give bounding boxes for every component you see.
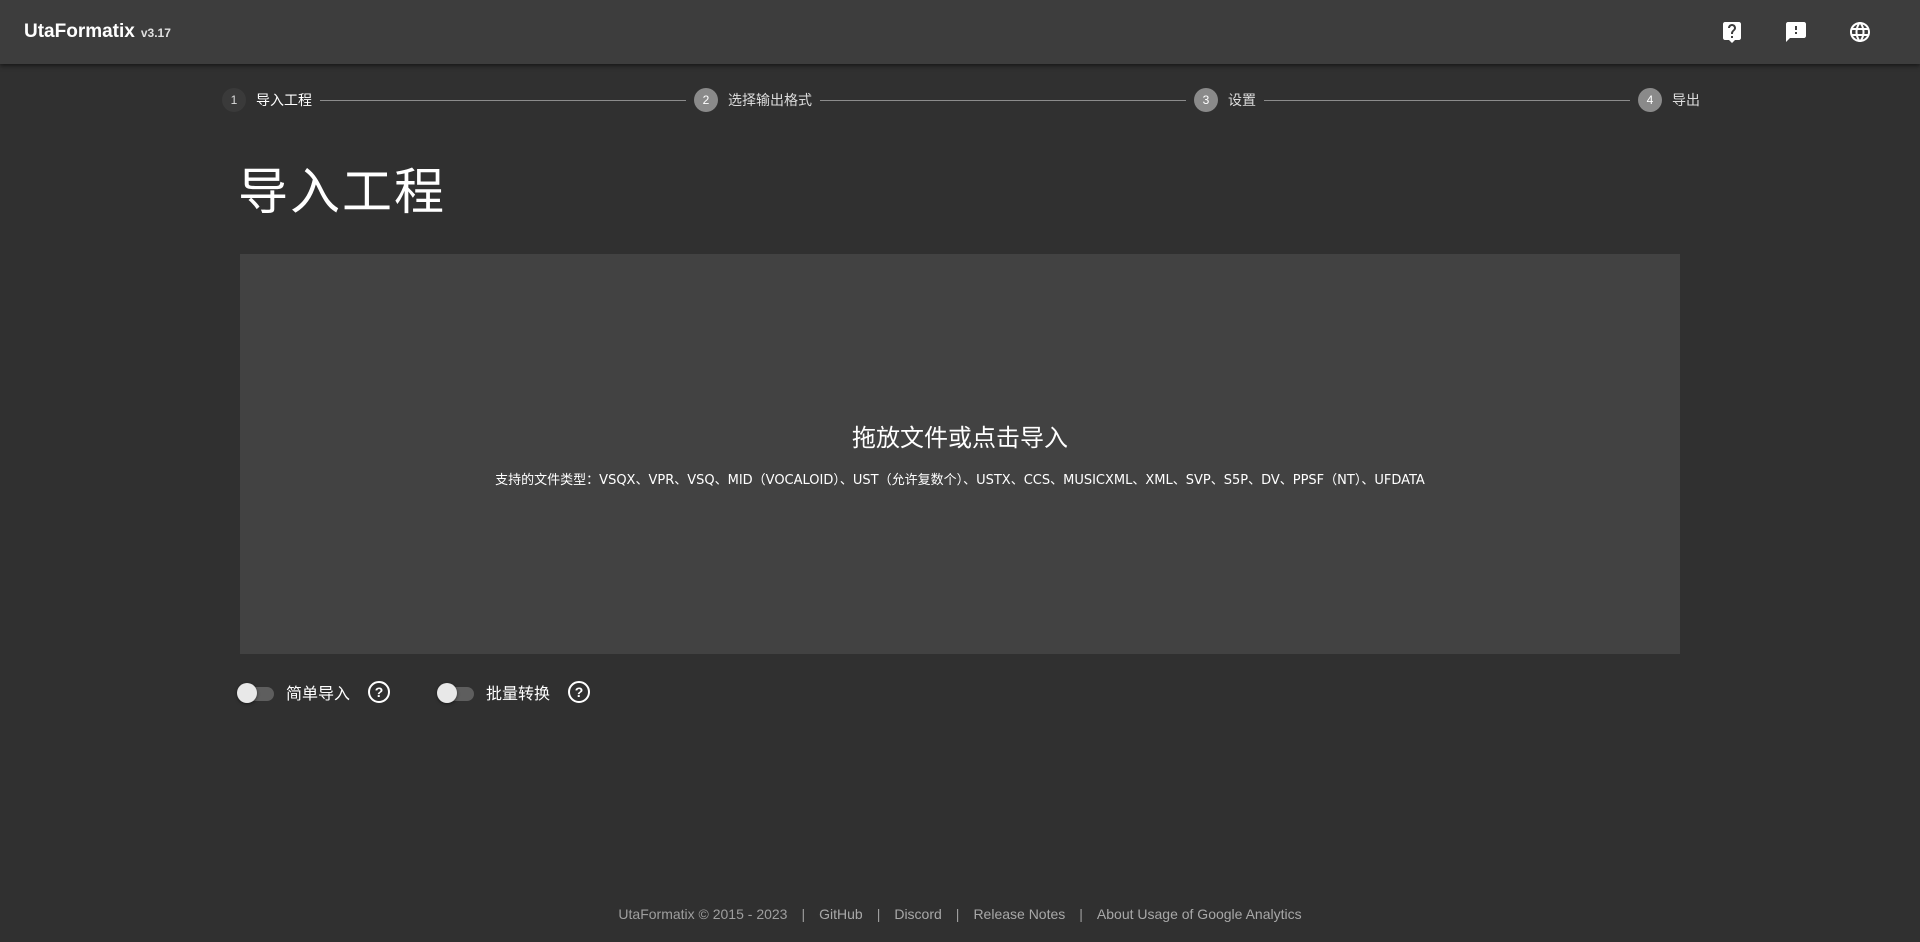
step-label: 选择输出格式 xyxy=(728,93,812,109)
step-number: 3 xyxy=(1194,88,1218,112)
github-link[interactable]: GitHub xyxy=(819,906,863,922)
app-version: v3.17 xyxy=(140,26,171,40)
footer-separator: | xyxy=(955,906,960,922)
language-globe-icon xyxy=(1850,22,1870,42)
app-name: UtaFormatix xyxy=(24,21,135,42)
step-connector xyxy=(820,99,1186,101)
step-label: 导出 xyxy=(1672,93,1700,109)
toggle-thumb xyxy=(237,683,257,703)
stepper: 1 导入工程 2 选择输出格式 3 设置 4 导出 xyxy=(222,86,1700,114)
batch-convert-toggle[interactable] xyxy=(436,682,476,703)
step-export[interactable]: 4 导出 xyxy=(1638,88,1700,112)
footer-separator: | xyxy=(801,906,806,922)
feedback-icon xyxy=(1786,22,1806,42)
analytics-link[interactable]: About Usage of Google Analytics xyxy=(1097,906,1302,922)
simple-import-label: 简单导入 xyxy=(286,684,351,703)
step-import[interactable]: 1 导入工程 xyxy=(222,88,312,112)
dropzone-title: 拖放文件或点击导入 xyxy=(852,424,1068,452)
simple-import-help-icon[interactable]: ? xyxy=(368,681,391,703)
copyright: UtaFormatix © 2015 - 2023 xyxy=(618,906,788,922)
step-number: 1 xyxy=(222,88,246,112)
feedback-button[interactable] xyxy=(1776,12,1816,52)
supported-file-types: 支持的文件类型：VSQX、VPR、VSQ、MID（VOCALOID）、UST（允… xyxy=(495,473,1425,488)
page-title: 导入工程 xyxy=(238,163,446,221)
footer-separator: | xyxy=(876,906,881,922)
footer: UtaFormatix © 2015 - 2023 | GitHub | Dis… xyxy=(0,906,1920,922)
batch-convert-label: 批量转换 xyxy=(486,684,551,703)
toggle-thumb xyxy=(437,683,458,703)
step-number: 4 xyxy=(1638,88,1662,112)
batch-convert-option: 批量转换 ? xyxy=(436,680,591,704)
release-notes-link[interactable]: Release Notes xyxy=(973,906,1065,922)
simple-import-option: 简单导入 ? xyxy=(236,680,391,704)
footer-separator: | xyxy=(1079,906,1083,922)
help-button[interactable] xyxy=(1712,12,1752,52)
batch-convert-help-icon[interactable]: ? xyxy=(568,681,591,703)
import-options: 简单导入 ? 批量转换 ? xyxy=(236,678,636,706)
brand[interactable]: UtaFormatix v3.17 xyxy=(24,21,171,43)
step-connector xyxy=(1264,99,1630,101)
step-number: 2 xyxy=(694,88,718,112)
file-dropzone[interactable]: 拖放文件或点击导入 支持的文件类型：VSQX、VPR、VSQ、MID（VOCAL… xyxy=(240,254,1680,654)
step-label: 导入工程 xyxy=(256,93,312,109)
step-select-format[interactable]: 2 选择输出格式 xyxy=(694,88,812,112)
language-button[interactable] xyxy=(1840,12,1880,52)
appbar-actions xyxy=(1712,0,1880,64)
app-bar: UtaFormatix v3.17 xyxy=(0,0,1920,64)
help-bubble-icon xyxy=(1723,22,1741,43)
step-connector xyxy=(320,99,686,101)
discord-link[interactable]: Discord xyxy=(894,906,941,922)
simple-import-toggle[interactable] xyxy=(236,682,276,703)
step-label: 设置 xyxy=(1228,93,1256,109)
step-settings[interactable]: 3 设置 xyxy=(1194,88,1256,112)
